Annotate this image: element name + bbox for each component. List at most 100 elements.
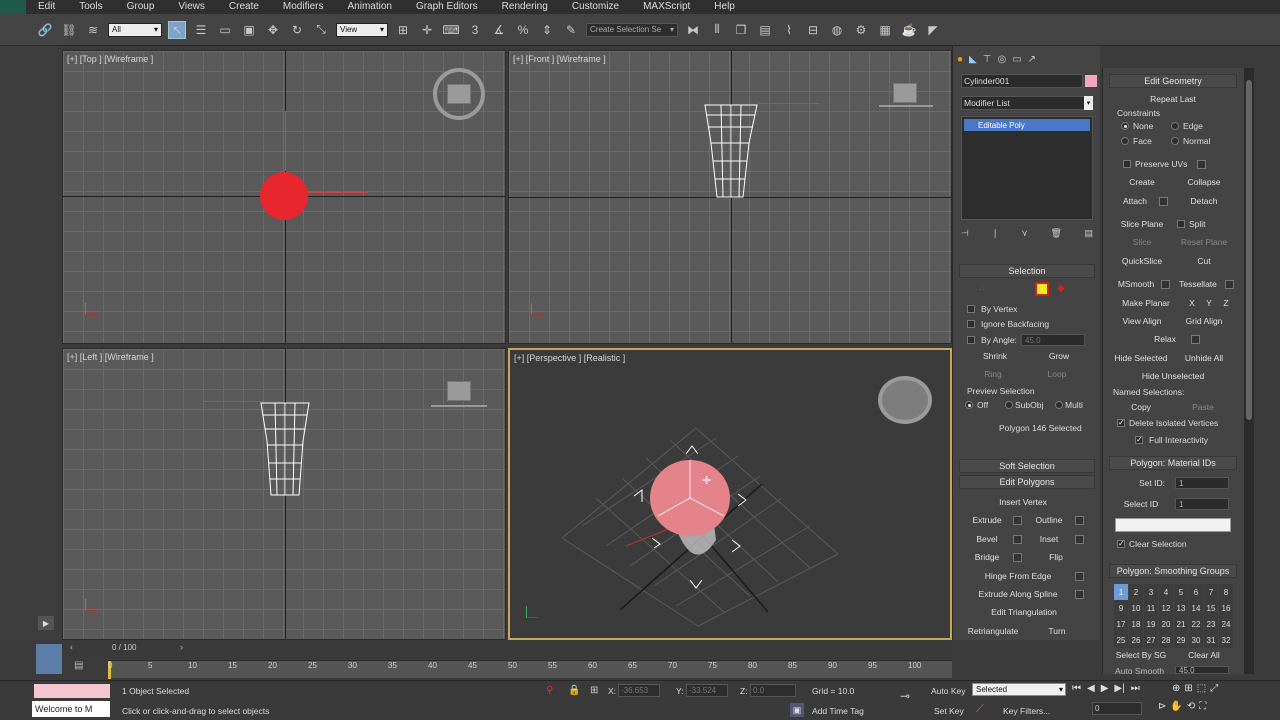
render-iterative-icon[interactable]: ◤ <box>924 21 942 39</box>
constraint-face-radio[interactable] <box>1121 137 1129 145</box>
inset-settings-button[interactable] <box>1075 535 1084 544</box>
constraint-edge-radio[interactable] <box>1171 122 1179 130</box>
ignore-backfacing-checkbox[interactable] <box>967 320 975 328</box>
spinner-snap-icon[interactable]: ⇕ <box>538 21 556 39</box>
outline-button[interactable]: Outline <box>1027 513 1071 527</box>
menu-maxscript[interactable]: MAXScript <box>631 0 702 14</box>
smoothing-group-button[interactable]: 13 <box>1174 600 1188 616</box>
viewcube-icon[interactable] <box>447 381 471 401</box>
smoothing-group-button[interactable]: 11 <box>1144 600 1158 616</box>
loop-button[interactable]: Loop <box>1037 367 1077 381</box>
menu-modifiers[interactable]: Modifiers <box>271 0 336 14</box>
smoothing-group-button[interactable]: 3 <box>1144 584 1158 600</box>
select-by-name-icon[interactable]: ☰ <box>192 21 210 39</box>
track-bar[interactable]: 0 5 10 15 20 25 30 35 40 45 50 55 60 65 70 75 80 85 90 95 10… <box>108 660 952 679</box>
smoothing-group-button[interactable]: 31 <box>1204 632 1218 648</box>
edit-polygons-rollout-title[interactable]: Edit Polygons <box>959 475 1095 489</box>
smoothing-group-button[interactable]: 16 <box>1219 600 1233 616</box>
previous-frame-icon[interactable]: ◀ <box>1087 683 1095 694</box>
next-frame-icon[interactable]: › <box>180 642 190 656</box>
percent-snap-icon[interactable]: % <box>514 21 532 39</box>
smoothing-group-button[interactable]: 7 <box>1204 584 1218 600</box>
time-slider[interactable]: ‹ 0 / 100 › <box>62 640 952 658</box>
smoothing-groups-rollout-title[interactable]: Polygon: Smoothing Groups <box>1109 564 1237 578</box>
key-filters-button[interactable]: Key Filters... <box>1003 706 1050 716</box>
bridge-button[interactable]: Bridge <box>965 550 1009 564</box>
viewcube-ring-icon[interactable] <box>431 405 487 407</box>
retriangulate-button[interactable]: Retriangulate <box>961 624 1025 638</box>
set-key-icon[interactable]: ⟋ <box>976 703 984 716</box>
menu-animation[interactable]: Animation <box>335 0 403 14</box>
cylinder-top-view[interactable] <box>260 172 308 220</box>
by-angle-checkbox[interactable] <box>967 336 975 344</box>
ring-button[interactable]: Ring <box>973 367 1013 381</box>
smoothing-group-button[interactable]: 6 <box>1189 584 1203 600</box>
menu-group[interactable]: Group <box>115 0 167 14</box>
move-icon[interactable]: ✥ <box>264 21 282 39</box>
angle-snap-icon[interactable]: ∡ <box>490 21 508 39</box>
detach-button[interactable]: Detach <box>1179 194 1229 208</box>
orbit-icon[interactable]: ⟲ <box>1187 701 1195 712</box>
menu-views[interactable]: Views <box>166 0 217 14</box>
material-name-dropdown[interactable] <box>1115 518 1231 532</box>
auto-smooth-spinner[interactable]: 45.0 <box>1175 666 1229 674</box>
preview-off-radio[interactable] <box>965 401 973 409</box>
view-align-button[interactable]: View Align <box>1115 314 1169 328</box>
go-to-end-icon[interactable]: ⏭ <box>1131 683 1140 694</box>
menu-graph-editors[interactable]: Graph Editors <box>404 0 490 14</box>
grow-button[interactable]: Grow <box>1037 349 1081 363</box>
constraint-none-radio[interactable] <box>1121 122 1129 130</box>
preview-subobj-radio[interactable] <box>1005 401 1013 409</box>
pan-icon[interactable]: ✋ <box>1170 701 1182 712</box>
menu-help[interactable]: Help <box>702 0 747 14</box>
preserve-uvs-checkbox[interactable] <box>1123 160 1131 168</box>
edit-triangulation-button[interactable]: Edit Triangulation <box>977 605 1071 619</box>
create-button[interactable]: Create <box>1117 175 1167 189</box>
split-checkbox[interactable] <box>1177 220 1185 228</box>
smoothing-group-button[interactable]: 28 <box>1159 632 1173 648</box>
auto-key-button[interactable]: Auto Key <box>931 686 966 696</box>
hinge-settings-button[interactable] <box>1075 572 1084 581</box>
menu-edit[interactable]: Edit <box>26 0 67 14</box>
full-interactivity-checkbox[interactable] <box>1135 435 1143 444</box>
smoothing-group-button[interactable]: 23 <box>1204 616 1218 632</box>
relax-button[interactable]: Relax <box>1143 332 1187 346</box>
viewcube-icon[interactable] <box>878 376 932 424</box>
slice-plane-button[interactable]: Slice Plane <box>1115 217 1169 231</box>
track-view-icon[interactable]: ▤ <box>74 660 88 674</box>
smoothing-group-button[interactable]: 4 <box>1159 584 1173 600</box>
vertex-subobj-icon[interactable]: ∴ <box>979 283 985 294</box>
selection-filter-dropdown[interactable]: All ▾ <box>108 22 162 37</box>
clear-all-button[interactable]: Clear All <box>1179 648 1229 662</box>
smoothing-group-button[interactable]: 24 <box>1219 616 1233 632</box>
hierarchy-tab-icon[interactable]: ⊤ <box>983 54 992 65</box>
smoothing-group-button[interactable]: 27 <box>1144 632 1158 648</box>
key-mode-dropdown[interactable]: Selected ▾ <box>972 683 1066 696</box>
graphite-toggle-icon[interactable]: ▤ <box>756 21 774 39</box>
extrude-along-spline-button[interactable]: Extrude Along Spline <box>971 587 1065 601</box>
cut-button[interactable]: Cut <box>1179 254 1229 268</box>
hide-selected-button[interactable]: Hide Selected <box>1111 351 1171 365</box>
smoothing-group-button[interactable]: 2 <box>1129 584 1143 600</box>
maxscript-input[interactable]: Welcome to M <box>32 701 110 717</box>
prev-frame-icon[interactable]: ‹ <box>70 642 80 656</box>
render-icon[interactable]: ☕ <box>900 21 918 39</box>
display-tab-icon[interactable]: ▭ <box>1012 54 1021 65</box>
edit-geometry-rollout-title[interactable]: Edit Geometry <box>1109 74 1237 88</box>
chevron-down-icon[interactable]: ▾ <box>1084 96 1093 110</box>
bevel-button[interactable]: Bevel <box>965 532 1009 546</box>
snaps-toggle-icon[interactable]: 3 <box>466 21 484 39</box>
collapse-button[interactable]: Collapse <box>1179 175 1229 189</box>
paste-button[interactable]: Paste <box>1179 400 1227 414</box>
unlink-icon[interactable]: ⛓ <box>60 21 78 39</box>
absolute-mode-icon[interactable]: ⊞ <box>590 685 598 696</box>
clear-selection-checkbox[interactable] <box>1117 539 1125 548</box>
named-selection-dropdown[interactable]: Create Selection Se ▾ <box>586 22 678 37</box>
maxscript-listener-mini[interactable] <box>34 684 110 698</box>
smoothing-group-button[interactable]: 21 <box>1174 616 1188 632</box>
create-tab-icon[interactable]: ● <box>957 54 963 65</box>
smoothing-group-button[interactable]: 1 <box>1114 584 1128 600</box>
selection-rollout-title[interactable]: Selection <box>959 264 1095 278</box>
material-editor-icon[interactable]: ◍ <box>828 21 846 39</box>
constraint-normal-radio[interactable] <box>1171 137 1179 145</box>
